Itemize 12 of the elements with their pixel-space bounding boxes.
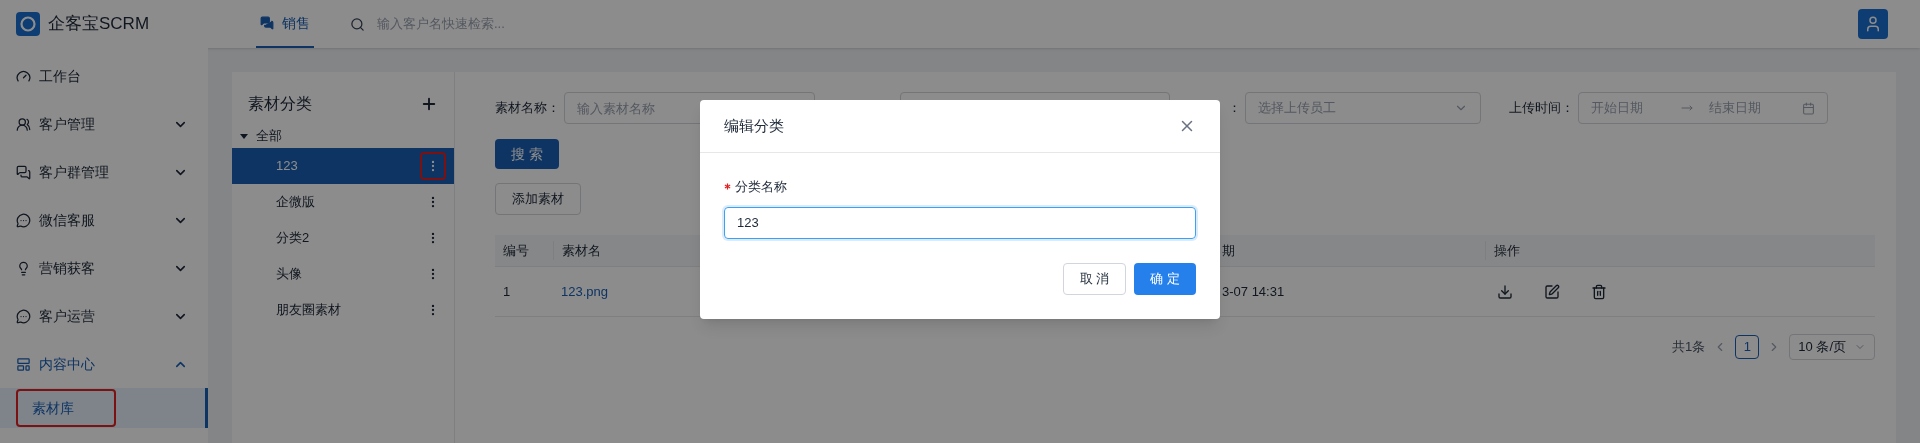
panel-title: 素材分类	[248, 94, 312, 114]
filter-label: ：	[1228, 99, 1241, 118]
filter-label: 上传时间：	[1509, 99, 1574, 118]
field-label: 分类名称	[735, 178, 787, 196]
column-header: 操作	[1485, 240, 1520, 261]
column-header: 期	[1222, 241, 1236, 260]
brand-name: 企客宝SCRM	[48, 13, 150, 36]
total-count: 共1条	[1672, 338, 1706, 357]
table-cell-text: 3-07 14:31	[1222, 282, 1286, 301]
table-cell-text: 1	[502, 282, 512, 301]
filter-label: 素材名称：	[495, 99, 560, 118]
column-header: 编号	[502, 241, 530, 260]
